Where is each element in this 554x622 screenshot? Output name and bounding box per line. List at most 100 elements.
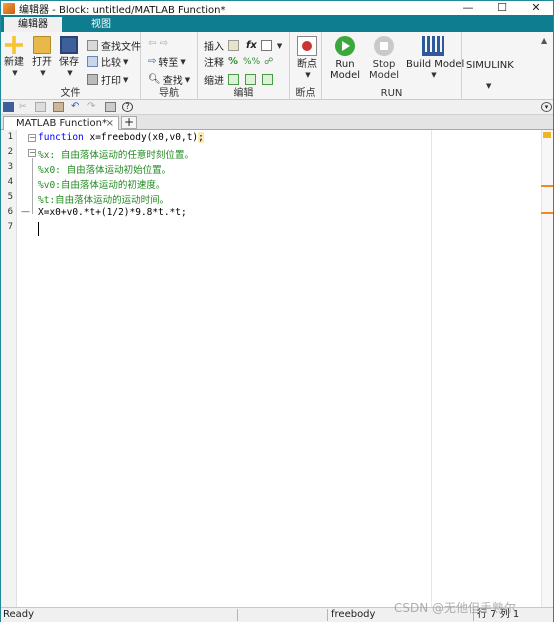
goto-label: 转至: [158, 58, 179, 69]
back-arrow-icon[interactable]: ⇦: [148, 38, 156, 49]
comment-block-icon[interactable]: %%: [243, 57, 260, 67]
paste-icon[interactable]: [53, 102, 64, 112]
redo-icon[interactable]: ↷: [87, 102, 98, 112]
chevron-down-icon: ▼: [184, 75, 191, 84]
vertical-scrollbar[interactable]: [541, 130, 553, 607]
chevron-down-icon: ▼: [431, 71, 437, 79]
line-number: 5: [7, 192, 13, 202]
ribbon-tab-bar: 编辑器 视图: [1, 15, 553, 32]
open-button[interactable]: 打开 ▼: [30, 36, 54, 79]
file-group-label: 文件: [60, 88, 81, 99]
save-icon: [60, 36, 78, 54]
save-button[interactable]: 保存 ▼: [58, 36, 80, 79]
editor-window: 编辑器 - Block: untitled/MATLAB Function* —…: [0, 0, 554, 622]
comment-button[interactable]: 注释 % %% ☍: [204, 54, 273, 69]
code-line-3: %x0: 自由落体运动初始位置。: [38, 165, 172, 176]
insert-label: 插入: [204, 42, 224, 53]
right-margin-line: [431, 130, 432, 607]
goto-button[interactable]: ⇨ 转至 ▼: [148, 54, 186, 69]
maximize-button[interactable]: ☐: [485, 1, 519, 15]
simulink-group: SIMULINK ▼: [462, 32, 514, 100]
help-icon[interactable]: ?: [122, 102, 133, 112]
tab-matlab-function[interactable]: MATLAB Function* ×: [3, 116, 119, 130]
warning-marker[interactable]: [541, 185, 553, 187]
back-forward-buttons[interactable]: ⇦ ⇨: [148, 38, 168, 49]
fold-toggle-icon[interactable]: −: [28, 134, 36, 142]
breakpoints-btn-label: 断点: [297, 59, 317, 70]
run-group: Run Model Stop Model Build Model ▼ RUN: [322, 32, 465, 100]
add-tab-button[interactable]: +: [121, 116, 137, 129]
status-ready: Ready: [3, 609, 35, 620]
stop-model-label: Stop Model: [368, 59, 400, 81]
minimize-button[interactable]: —: [451, 1, 485, 15]
new-label: 新建: [4, 57, 24, 68]
goto-arrow-icon: ⇨: [148, 56, 157, 67]
save-label: 保存: [59, 57, 79, 68]
forward-arrow-icon[interactable]: ⇨: [160, 38, 168, 49]
line-number: 1: [7, 132, 13, 142]
percent-icon[interactable]: %: [228, 56, 238, 67]
status-divider: [237, 609, 238, 621]
compare-button[interactable]: 比较 ▼: [87, 54, 128, 69]
build-model-button[interactable]: Build Model ▼: [406, 36, 465, 81]
run-model-label: Run Model: [329, 59, 361, 81]
insert-section-icon[interactable]: [228, 40, 239, 51]
breakpoint-icon: [297, 36, 317, 56]
tab-editor[interactable]: 编辑器: [4, 17, 62, 32]
window-icon[interactable]: [105, 102, 116, 112]
simulink-label[interactable]: SIMULINK: [466, 60, 514, 71]
insert-button[interactable]: 插入 fx ▼: [204, 38, 282, 53]
code-line-6: X=x0+v0.*t+(1/2)*9.8*t.*t;: [38, 207, 187, 218]
line-number: 3: [7, 162, 13, 172]
folder-icon: [33, 36, 51, 54]
find-files-icon: [87, 40, 98, 51]
build-model-label: Build Model: [406, 59, 465, 70]
find-files-button[interactable]: 查找文件: [87, 38, 141, 53]
find-files-label: 查找文件: [101, 42, 141, 53]
tab-view[interactable]: 视图: [71, 17, 131, 32]
title-bar: 编辑器 - Block: untitled/MATLAB Function* —…: [1, 1, 553, 16]
chevron-down-icon: ▼: [123, 75, 129, 84]
status-divider: [327, 609, 328, 621]
run-model-button[interactable]: Run Model: [328, 36, 362, 81]
undo-icon[interactable]: ↶: [71, 102, 82, 112]
save-icon[interactable]: [3, 102, 14, 112]
cut-icon[interactable]: ✂: [19, 102, 30, 112]
breakpoints-group: 断点 ▼ 断点: [290, 32, 322, 100]
expand-menu-icon[interactable]: ▾: [541, 102, 552, 112]
collapse-ribbon-icon[interactable]: ▲: [541, 36, 547, 45]
compare-label: 比较: [101, 58, 121, 69]
navigate-group-label: 导航: [159, 88, 179, 99]
new-button[interactable]: 新建 ▼: [3, 36, 25, 79]
close-tab-icon[interactable]: ×: [106, 117, 114, 130]
build-icon: [422, 36, 444, 56]
code-line-5: %t:自由落体运动的运动时间。: [38, 195, 170, 206]
stop-icon: [374, 36, 394, 56]
comment-label: 注释: [204, 58, 224, 69]
line-number: 2: [7, 147, 13, 157]
warning-marker[interactable]: [541, 212, 553, 214]
fx-icon[interactable]: fx: [246, 40, 257, 51]
close-window-button[interactable]: ✕: [519, 1, 553, 15]
code-editor[interactable]: 1 2 3 4 5 6 — 7 − − function x=freebody(…: [1, 130, 553, 607]
editor-tab-bar: MATLAB Function* × +: [1, 115, 553, 130]
chevron-down-icon: ▼: [180, 57, 186, 66]
insert-more-icon[interactable]: [260, 40, 272, 51]
chevron-down-icon: ▼: [12, 69, 18, 77]
chevron-down-icon: ▼: [276, 41, 283, 50]
breakpoints-button[interactable]: 断点 ▼: [296, 36, 318, 81]
code-line-1: function x=freebody(x0,v0,t);: [38, 132, 204, 143]
chevron-down-icon[interactable]: ▼: [484, 82, 491, 90]
play-icon: [335, 36, 355, 56]
fold-toggle-icon[interactable]: −: [28, 149, 36, 157]
navigate-group: ⇦ ⇨ ⇨ 转至 ▼ 🔍︎ 查找 ▼ 导航: [141, 32, 198, 100]
code-line-4: %v0:自由落体运动的初速度。: [38, 180, 166, 191]
ribbon: 新建 ▼ 打开 ▼ 保存 ▼ 查找文件 比较 ▼ 打印 ▼ 文件 ⇦ ⇨ ⇨ 转…: [1, 32, 553, 100]
executable-line-marker[interactable]: —: [21, 207, 30, 217]
chevron-down-icon: ▼: [305, 71, 311, 79]
copy-icon[interactable]: [35, 102, 46, 112]
wrap-comment-icon[interactable]: ☍: [264, 57, 273, 67]
code-line-2: %x: 自由落体运动的任意时刻位置。: [38, 150, 194, 161]
warning-indicator-icon[interactable]: [543, 132, 551, 138]
stop-model-button[interactable]: Stop Model: [367, 36, 401, 81]
